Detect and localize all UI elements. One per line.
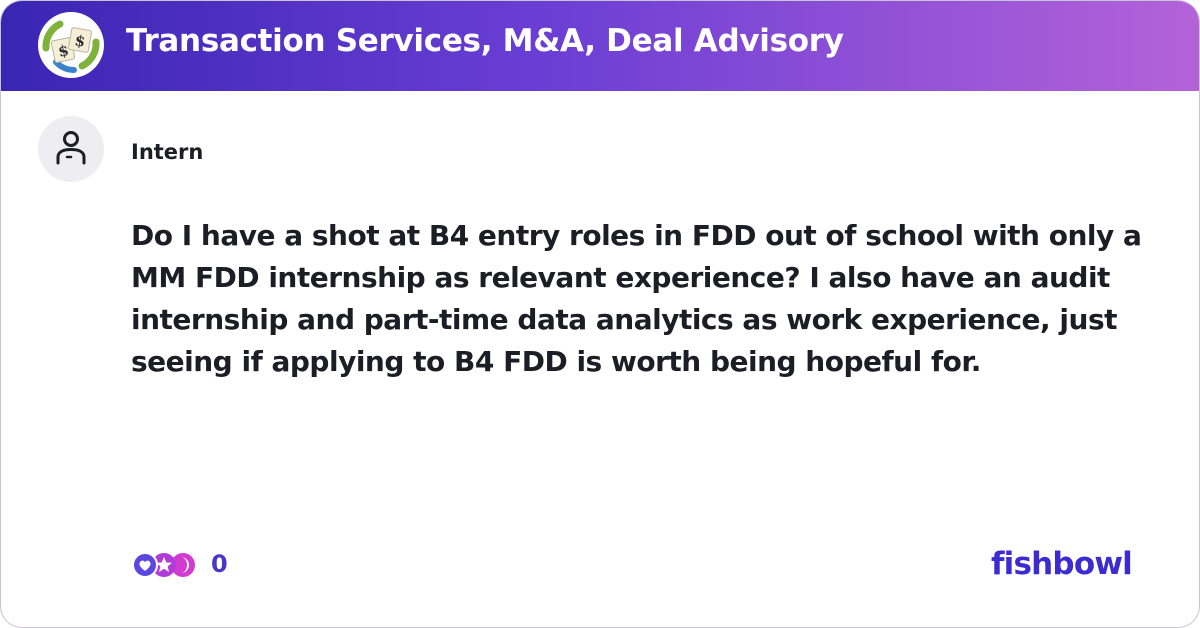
reaction-count[interactable]: 0 xyxy=(211,550,228,578)
author-avatar[interactable] xyxy=(38,116,104,182)
bowl-header: $ $ Transaction Services, M&A, Deal Advi… xyxy=(1,1,1199,91)
bowl-title[interactable]: Transaction Services, M&A, Deal Advisory xyxy=(126,23,844,59)
money-bowl-icon[interactable]: $ $ xyxy=(38,12,104,78)
post-text: Do I have a shot at B4 entry roles in FD… xyxy=(131,219,1142,378)
heart-icon xyxy=(132,552,158,578)
author-name[interactable]: Intern xyxy=(131,140,203,164)
fishbowl-logo[interactable]: fishbowl xyxy=(991,546,1133,582)
reaction-icons[interactable] xyxy=(131,549,201,581)
post-card: $ $ Transaction Services, M&A, Deal Advi… xyxy=(0,0,1200,628)
person-icon xyxy=(56,131,86,165)
